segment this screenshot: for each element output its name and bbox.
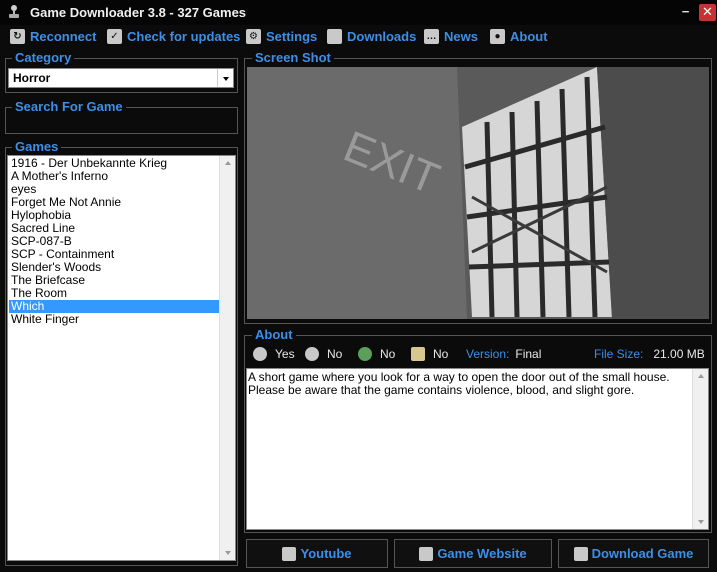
games-items: 1916 - Der Unbekannte Krieg A Mother's I… bbox=[9, 157, 219, 326]
downloads-label: Downloads bbox=[347, 28, 417, 44]
screenshot-scene: EXIT bbox=[247, 67, 709, 319]
youtube-label: Youtube bbox=[300, 546, 352, 561]
chat-bubble-icon: … bbox=[424, 28, 439, 44]
description-box[interactable]: A short game where you look for a way to… bbox=[246, 368, 709, 530]
play-icon bbox=[282, 546, 297, 561]
settings-button[interactable]: ⚙ Settings bbox=[246, 27, 317, 45]
category-title: Category bbox=[12, 50, 75, 65]
multiplayer-value: No bbox=[327, 347, 343, 361]
minimize-button[interactable]: − bbox=[677, 4, 694, 21]
youtube-button[interactable]: Youtube bbox=[246, 539, 388, 568]
game-screenshot: EXIT bbox=[247, 67, 709, 319]
version-label: Version: bbox=[466, 347, 510, 361]
reconnect-button[interactable]: ↻ Reconnect bbox=[10, 27, 96, 45]
download-game-button[interactable]: Download Game bbox=[558, 539, 709, 568]
online-value: No bbox=[380, 347, 396, 361]
download-icon bbox=[573, 546, 588, 561]
game-website-label: Game Website bbox=[437, 546, 527, 561]
scroll-up-icon[interactable] bbox=[693, 369, 709, 383]
person-icon: ● bbox=[490, 28, 505, 44]
scroll-down-icon[interactable] bbox=[693, 515, 709, 529]
folder-icon bbox=[327, 28, 342, 44]
description-text: A short game where you look for a way to… bbox=[248, 370, 670, 397]
single-player-flag: Yes bbox=[253, 346, 295, 362]
download-game-label: Download Game bbox=[591, 546, 694, 561]
multiplayer-icon bbox=[305, 347, 319, 361]
checkmark-icon: ✓ bbox=[107, 28, 122, 44]
list-item[interactable]: A Mother's Inferno bbox=[9, 170, 219, 183]
games-list[interactable]: 1916 - Der Unbekannte Krieg A Mother's I… bbox=[7, 155, 236, 561]
single-player-icon bbox=[253, 347, 267, 361]
category-value: Horror bbox=[13, 71, 51, 85]
news-label: News bbox=[444, 28, 478, 44]
id-flag: No bbox=[411, 346, 448, 362]
scroll-up-icon[interactable] bbox=[220, 156, 236, 170]
multiplayer-flag: No bbox=[305, 346, 342, 362]
id-value: No bbox=[433, 347, 449, 361]
search-title: Search For Game bbox=[12, 99, 126, 114]
version-value: Final bbox=[515, 347, 542, 361]
globe-icon bbox=[358, 347, 372, 361]
joystick-icon bbox=[9, 5, 19, 18]
category-dropdown[interactable]: Horror bbox=[8, 68, 234, 88]
check-updates-label: Check for updates bbox=[127, 28, 241, 44]
reconnect-icon: ↻ bbox=[10, 28, 25, 44]
version-info: Version: Final bbox=[466, 346, 541, 362]
filesize-info: File Size: 21.00 MB bbox=[594, 346, 705, 362]
game-website-button[interactable]: Game Website bbox=[394, 539, 552, 568]
games-scrollbar[interactable] bbox=[219, 156, 235, 560]
settings-label: Settings bbox=[266, 28, 318, 44]
window-title: Game Downloader 3.8 - 327 Games bbox=[30, 5, 247, 20]
games-title: Games bbox=[12, 139, 62, 154]
reconnect-label: Reconnect bbox=[30, 28, 97, 44]
id-card-icon bbox=[411, 347, 425, 361]
screenshot-title: Screen Shot bbox=[252, 50, 334, 65]
close-button[interactable]: ✕ bbox=[699, 4, 716, 21]
description-scrollbar[interactable] bbox=[692, 369, 708, 529]
filesize-value: 21.00 MB bbox=[653, 347, 705, 361]
chevron-down-icon[interactable] bbox=[217, 69, 233, 87]
news-button[interactable]: … News bbox=[424, 27, 478, 45]
scroll-down-icon[interactable] bbox=[220, 546, 236, 560]
about-label: About bbox=[510, 28, 548, 44]
about-button[interactable]: ● About bbox=[490, 27, 548, 45]
downloads-button[interactable]: Downloads bbox=[327, 27, 416, 45]
magnifier-icon bbox=[419, 546, 434, 561]
filesize-label: File Size: bbox=[594, 347, 644, 361]
single-player-value: Yes bbox=[275, 347, 295, 361]
list-item[interactable]: White Finger bbox=[9, 313, 219, 326]
wrench-icon: ⚙ bbox=[246, 28, 261, 44]
check-updates-button[interactable]: ✓ Check for updates bbox=[107, 27, 240, 45]
online-flag: No bbox=[358, 346, 395, 362]
about-title: About bbox=[252, 327, 296, 342]
